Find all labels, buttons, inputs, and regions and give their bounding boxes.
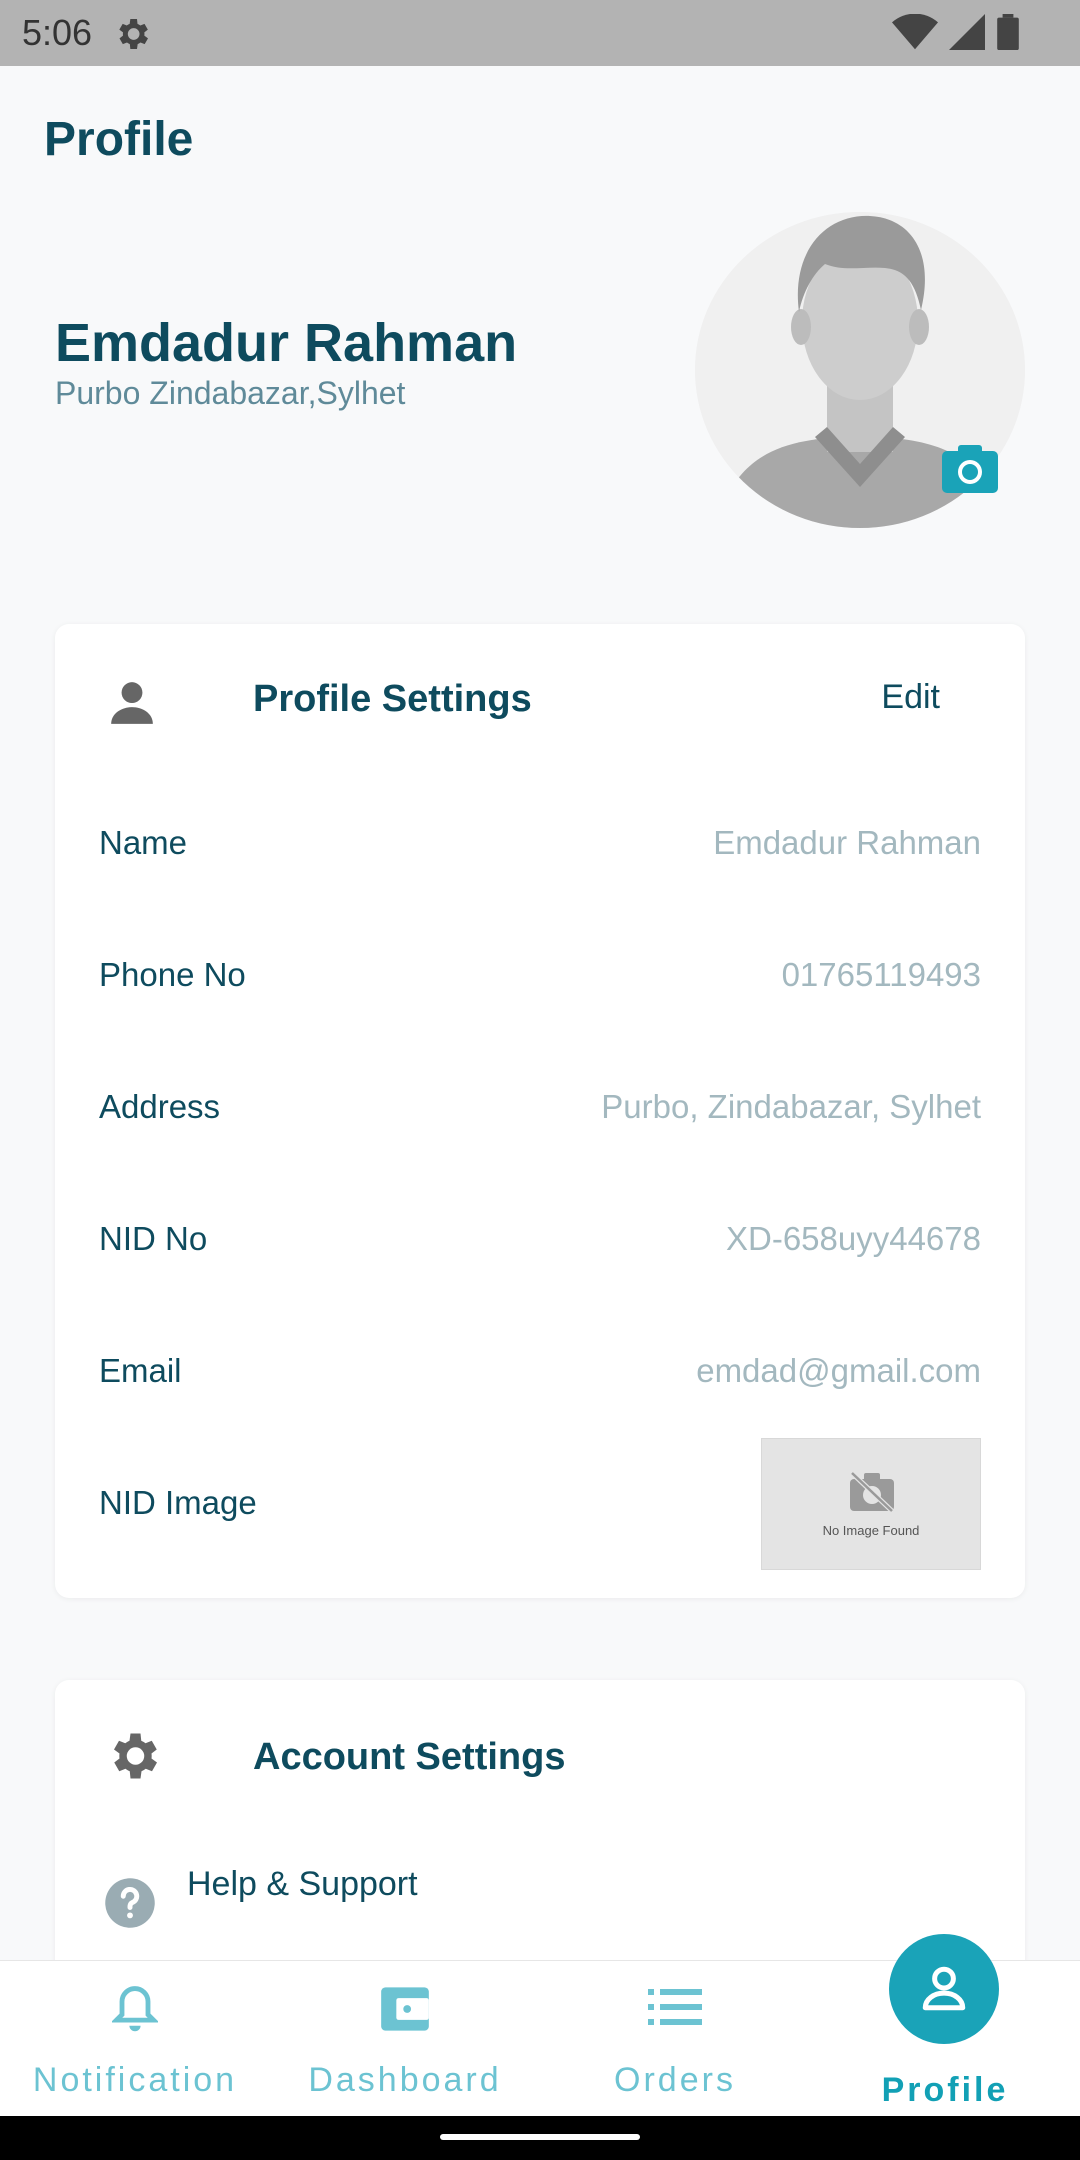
gesture-bar: [0, 2116, 1080, 2160]
nav-item-notification[interactable]: Notification: [0, 1961, 270, 2117]
person-icon: [111, 682, 153, 724]
nav-label-orders: Orders: [614, 2061, 736, 2099]
help-question-icon: [105, 1878, 155, 1928]
row-label-name: Name: [99, 824, 188, 861]
row-value-address: Purbo, Zindabazar, Sylhet: [601, 1088, 981, 1125]
wallet-icon: [381, 1987, 429, 2031]
profile-settings-card: Profile Settings Edit Name Emdadur Rahma…: [55, 624, 1025, 1598]
help-support-label: Help & Support: [187, 1865, 418, 1903]
profile-nav-active-button[interactable]: [889, 1934, 999, 2044]
row-label-nid: NID No: [99, 1220, 208, 1257]
nav-label-profile: Profile: [881, 2071, 1009, 2109]
row-value-phone: 01765119493: [781, 956, 981, 993]
row-label-phone: Phone No: [99, 956, 246, 993]
nid-image-thumbnail[interactable]: No Image Found: [761, 1438, 981, 1570]
signal-icon: [949, 14, 985, 50]
camera-icon[interactable]: [942, 443, 998, 493]
profile-settings-title: Profile Settings: [253, 678, 532, 720]
row-value-name: Emdadur Rahman: [713, 824, 981, 861]
list-icon: [648, 1989, 702, 2025]
row-label-address: Address: [99, 1088, 221, 1125]
bell-icon: [112, 1986, 158, 2032]
status-time: 5:06: [22, 12, 93, 53]
row-value-email: emdad@gmail.com: [696, 1352, 981, 1389]
image-unavailable-icon: [850, 1471, 894, 1513]
battery-icon: [997, 14, 1019, 50]
row-label-nid-image: NID Image: [99, 1484, 257, 1521]
person-outline-icon: [922, 1966, 966, 2011]
nav-label-notification: Notification: [32, 2061, 238, 2099]
status-bar: 5:06: [0, 0, 1080, 66]
gear-icon: [114, 1733, 157, 1779]
edit-button[interactable]: Edit: [881, 678, 940, 717]
gesture-pill[interactable]: [440, 2134, 640, 2140]
nav-item-dashboard[interactable]: Dashboard: [270, 1961, 540, 2117]
nid-image-placeholder-text: No Image Found: [822, 1523, 920, 1538]
row-value-nid: XD-658uyy44678: [725, 1220, 981, 1257]
nav-label-dashboard: Dashboard: [308, 2061, 502, 2099]
wifi-icon: [892, 14, 938, 50]
settings-gear-icon: [119, 19, 148, 49]
nav-item-orders[interactable]: Orders: [540, 1961, 810, 2117]
row-label-email: Email: [99, 1352, 182, 1389]
user-name: Emdadur Rahman: [55, 313, 518, 373]
page-title: Profile: [44, 113, 194, 166]
account-settings-title: Account Settings: [253, 1736, 566, 1778]
user-address: Purbo Zindabazar,Sylhet: [55, 375, 406, 411]
